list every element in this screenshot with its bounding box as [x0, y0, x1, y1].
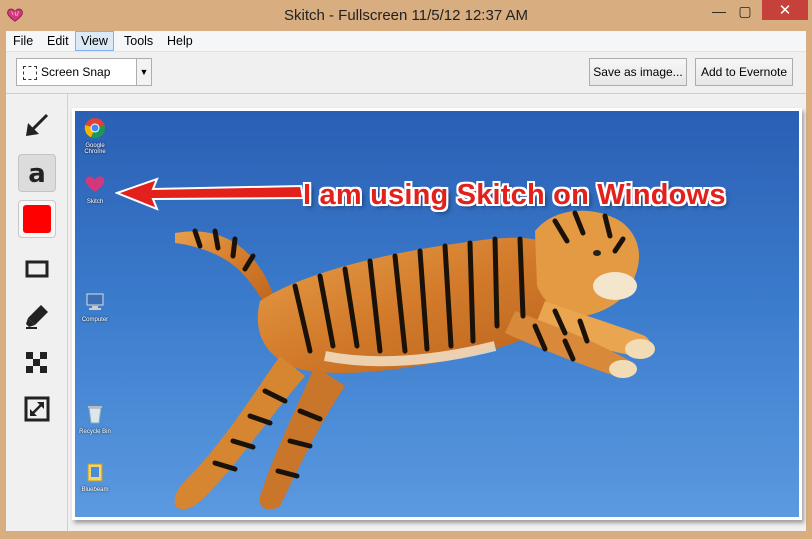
close-button[interactable]: ✕ [762, 0, 808, 20]
desktop-icon-computer[interactable]: Computer [75, 291, 115, 323]
desktop-icon-label: Skitch [86, 199, 104, 205]
client-area: File Edit View Tools Help Screen Snap ▼ … [6, 31, 806, 531]
arrow-icon [26, 113, 49, 136]
svg-text:a: a [28, 159, 46, 188]
menu-view[interactable]: View [75, 31, 114, 51]
red-swatch-icon [23, 205, 51, 233]
folder-icon [87, 463, 103, 482]
text-a-icon: a [28, 159, 46, 188]
resize-icon [24, 396, 50, 422]
canvas-area: Google Chrome Skitch Computer Recycle Bi… [68, 94, 806, 531]
skitch-icon [85, 176, 105, 192]
desktop-icon-recycle-bin[interactable]: Recycle Bin [75, 403, 115, 435]
highlighter-tool[interactable] [18, 297, 56, 335]
minimize-button[interactable]: — [706, 0, 732, 22]
rectangle-tool[interactable] [18, 250, 56, 288]
arrow-tool[interactable] [18, 106, 56, 144]
desktop-icon-label: Google Chrome [84, 143, 106, 155]
chevron-down-icon[interactable]: ▼ [136, 59, 151, 85]
annotation-text[interactable]: I am using Skitch on Windows [303, 179, 726, 212]
snapshot-canvas[interactable]: Google Chrome Skitch Computer Recycle Bi… [72, 108, 802, 520]
title-bar[interactable]: Skitch - Fullscreen 11/5/12 12:37 AM — ▢… [0, 0, 812, 31]
color-tool[interactable] [18, 200, 56, 238]
screen-snap-icon [23, 66, 37, 80]
snap-mode-dropdown[interactable]: Screen Snap ▼ [16, 58, 152, 86]
desktop-icon-folder[interactable]: Bluebeam [75, 461, 115, 493]
desktop-icon-label: Bluebeam [81, 487, 109, 493]
rectangle-icon [25, 260, 49, 278]
computer-icon [86, 293, 104, 310]
desktop-screenshot: Google Chrome Skitch Computer Recycle Bi… [75, 111, 799, 517]
window-bottom-border [6, 531, 806, 539]
desktop-icon-chrome[interactable]: Google Chrome [75, 117, 115, 155]
pixelate-icon [26, 352, 47, 373]
add-to-evernote-button[interactable]: Add to Evernote [695, 58, 793, 86]
toolbar: Screen Snap ▼ Save as image... Add to Ev… [6, 52, 806, 94]
menu-help[interactable]: Help [162, 32, 198, 50]
text-tool[interactable]: a [18, 154, 56, 192]
chrome-icon [84, 118, 105, 138]
save-as-image-button[interactable]: Save as image... [589, 58, 687, 86]
menu-bar: File Edit View Tools Help [6, 31, 806, 52]
pixelate-tool[interactable] [18, 344, 56, 382]
window-title: Skitch - Fullscreen 11/5/12 12:37 AM [283, 7, 528, 24]
maximize-button[interactable]: ▢ [732, 0, 758, 22]
menu-file[interactable]: File [8, 32, 38, 50]
menu-tools[interactable]: Tools [119, 32, 158, 50]
skitch-window: Skitch - Fullscreen 11/5/12 12:37 AM — ▢… [0, 0, 812, 539]
recycle-bin-icon [88, 406, 102, 424]
desktop-icon-label: Recycle Bin [79, 429, 111, 435]
desktop-icon-label: Computer [81, 317, 109, 323]
crop-resize-tool[interactable] [18, 390, 56, 428]
snap-mode-label: Screen Snap [41, 65, 111, 79]
annotation-arrow[interactable] [115, 175, 315, 215]
desktop-icon-skitch[interactable]: Skitch [75, 173, 115, 205]
menu-edit[interactable]: Edit [42, 32, 74, 50]
marker-icon [26, 305, 48, 329]
tiger-image [174, 210, 655, 510]
tool-palette: a [6, 94, 68, 531]
